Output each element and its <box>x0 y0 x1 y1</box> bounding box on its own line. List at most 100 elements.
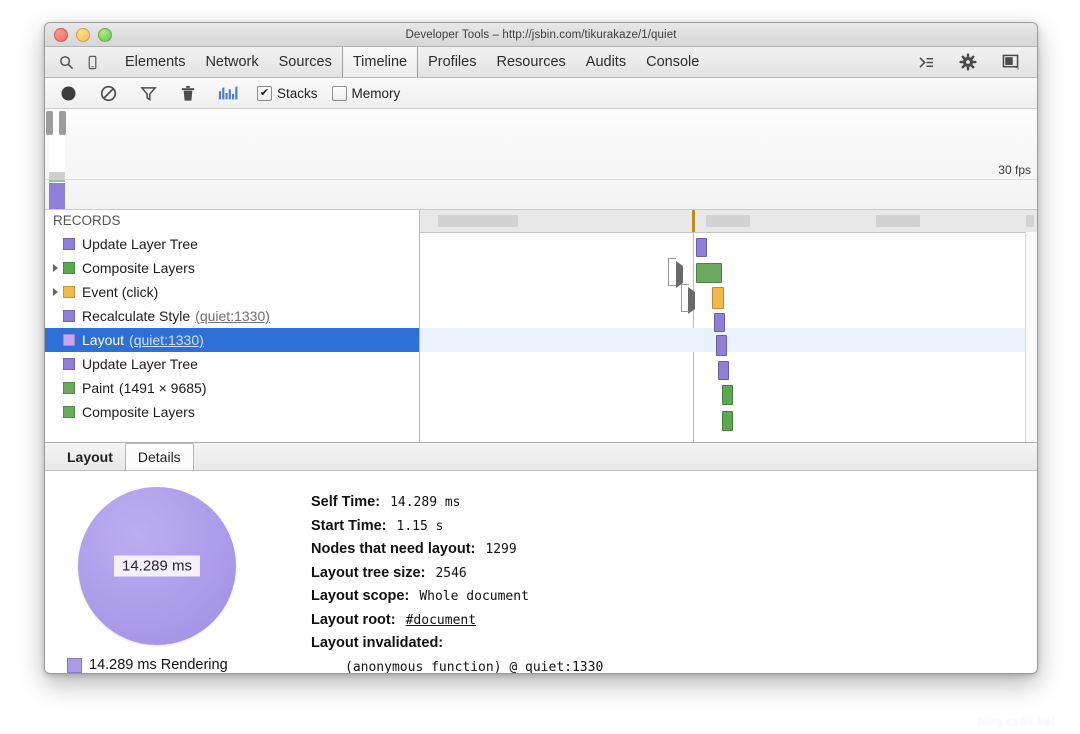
tab-console[interactable]: Console <box>636 47 709 77</box>
detail-key: Start Time: <box>311 518 386 534</box>
record-icon[interactable] <box>57 82 79 104</box>
dock-side-icon[interactable] <box>997 49 1023 75</box>
timeline-bar[interactable] <box>696 263 722 283</box>
capture-frames-icon[interactable] <box>217 82 239 104</box>
tab-profiles[interactable]: Profiles <box>418 47 486 77</box>
tab-network[interactable]: Network <box>195 47 268 77</box>
tab-layout[interactable]: Layout <box>55 444 125 470</box>
detail-nodes-need-layout: Nodes that need layout: 1299 <box>311 538 1025 562</box>
detail-layout-scope: Layout scope: Whole document <box>311 585 1025 609</box>
timeline-bar[interactable] <box>716 335 727 356</box>
filter-icon[interactable] <box>137 82 159 104</box>
clear-icon[interactable] <box>97 82 119 104</box>
record-label: Paint <box>82 380 114 396</box>
timeline-graph[interactable] <box>420 210 1037 442</box>
invalidation-stack-entry[interactable]: (anonymous function) @ quiet:1330 <box>345 660 603 675</box>
overview-left-handle[interactable] <box>46 111 53 135</box>
trash-icon[interactable] <box>177 82 199 104</box>
record-row-paint[interactable]: Paint (1491 × 9685) <box>45 376 419 400</box>
window-title: Developer Tools – http://jsbin.com/tikur… <box>45 29 1037 41</box>
overview-right-handle[interactable] <box>59 111 66 135</box>
record-color-swatch <box>63 382 75 394</box>
expand-spacer <box>49 310 61 322</box>
graph-expand-triangle-icon[interactable] <box>688 292 695 310</box>
panel-tabs: Elements Network Sources Timeline Profil… <box>115 47 709 77</box>
record-label: Recalculate Style <box>82 308 190 324</box>
tab-timeline[interactable]: Timeline <box>342 47 418 77</box>
detail-layout-invalidated: Layout invalidated: <box>311 632 1025 656</box>
detail-tabbar: Layout Details <box>45 442 1037 471</box>
record-row-update-layer-tree-2[interactable]: Update Layer Tree <box>45 352 419 376</box>
record-row-layout[interactable]: Layout (quiet:1330) <box>45 328 419 352</box>
timeline-bar[interactable] <box>722 385 733 405</box>
detail-value: 14.289 ms <box>390 495 460 510</box>
detail-value-link[interactable]: #document <box>406 613 476 628</box>
overview-bar-grey <box>49 172 65 180</box>
timeline-bar[interactable] <box>722 411 733 431</box>
timeline-ruler[interactable] <box>420 210 1037 233</box>
pie-legend: 14.289 ms Rendering <box>57 657 257 673</box>
settings-gear-icon[interactable] <box>955 49 981 75</box>
detail-invalidation-stack: (anonymous function) @ quiet:1330 <box>311 656 1025 675</box>
memory-checkbox-box[interactable] <box>332 86 347 101</box>
tab-details[interactable]: Details <box>125 443 194 470</box>
detail-value: Whole document <box>419 589 529 604</box>
record-source-link[interactable]: (quiet:1330) <box>129 332 204 348</box>
timeline-bar[interactable] <box>718 361 729 380</box>
graph-expand-triangle-icon[interactable] <box>676 266 683 284</box>
detail-key: Layout root: <box>311 612 396 628</box>
expand-spacer <box>49 382 61 394</box>
watermark: blog.csdn.net <box>978 716 1056 728</box>
record-color-swatch <box>63 334 75 346</box>
timeline-bar[interactable] <box>712 287 724 309</box>
detail-self-time: Self Time: 14.289 ms <box>311 491 1025 515</box>
timeline-row-highlight <box>420 328 1037 352</box>
detail-key: Layout scope: <box>311 588 409 604</box>
record-color-swatch <box>63 238 75 250</box>
records-panel: RECORDS Update Layer Tree Composite Laye… <box>45 210 420 442</box>
timeline-bar[interactable] <box>696 238 707 257</box>
tab-sources[interactable]: Sources <box>269 47 342 77</box>
memory-checkbox[interactable]: Memory <box>332 86 401 101</box>
ruler-tick-label <box>438 215 518 227</box>
detail-key: Nodes that need layout: <box>311 541 475 557</box>
record-row-recalculate-style[interactable]: Recalculate Style (quiet:1330) <box>45 304 419 328</box>
tab-resources[interactable]: Resources <box>486 47 575 77</box>
drawer-console-icon[interactable] <box>913 49 939 75</box>
timing-pie-chart: 14.289 ms 14.289 ms Rendering <box>57 487 257 673</box>
tab-elements[interactable]: Elements <box>115 47 195 77</box>
screenshot-root: Developer Tools – http://jsbin.com/tikur… <box>0 0 1080 734</box>
tab-audits[interactable]: Audits <box>576 47 636 77</box>
timeline-playhead-handle[interactable] <box>692 210 695 232</box>
timeline-vertical-scrollbar[interactable] <box>1025 232 1037 442</box>
layout-details-list: Self Time: 14.289 ms Start Time: 1.15 s … <box>311 491 1025 674</box>
record-source-link[interactable]: (quiet:1330) <box>195 308 270 324</box>
expand-triangle-icon[interactable] <box>49 286 61 298</box>
stacks-checkbox[interactable]: ✔ Stacks <box>257 86 318 101</box>
record-label: Update Layer Tree <box>82 356 198 372</box>
window-titlebar: Developer Tools – http://jsbin.com/tikur… <box>45 23 1037 47</box>
device-toggle-icon[interactable] <box>79 49 105 75</box>
detail-start-time: Start Time: 1.15 s <box>311 515 1025 539</box>
timeline-bar[interactable] <box>714 313 725 332</box>
stacks-checkbox-box[interactable]: ✔ <box>257 86 272 101</box>
record-row-update-layer-tree-1[interactable]: Update Layer Tree <box>45 232 419 256</box>
ruler-tick-label <box>706 215 750 227</box>
record-row-composite-layers-1[interactable]: Composite Layers <box>45 256 419 280</box>
record-row-composite-layers-2[interactable]: Composite Layers <box>45 400 419 424</box>
detail-key: Layout tree size: <box>311 565 425 581</box>
ruler-tick-label <box>1026 215 1034 227</box>
detail-layout-root: Layout root: #document <box>311 609 1025 633</box>
record-row-event-click[interactable]: Event (click) <box>45 280 419 304</box>
record-color-swatch <box>63 286 75 298</box>
fps-label: 30 fps <box>998 163 1031 177</box>
stacks-checkbox-label: Stacks <box>277 86 318 101</box>
overview-bar-green <box>49 180 65 182</box>
timeline-toolbar: ✔ Stacks Memory <box>45 78 1037 109</box>
legend-label: 14.289 ms Rendering <box>89 657 228 673</box>
expand-triangle-icon[interactable] <box>49 262 61 274</box>
timeline-overview[interactable]: 30 fps <box>45 109 1037 210</box>
record-label: Update Layer Tree <box>82 236 198 252</box>
search-icon[interactable] <box>53 49 79 75</box>
overview-bar-purple <box>49 183 65 209</box>
